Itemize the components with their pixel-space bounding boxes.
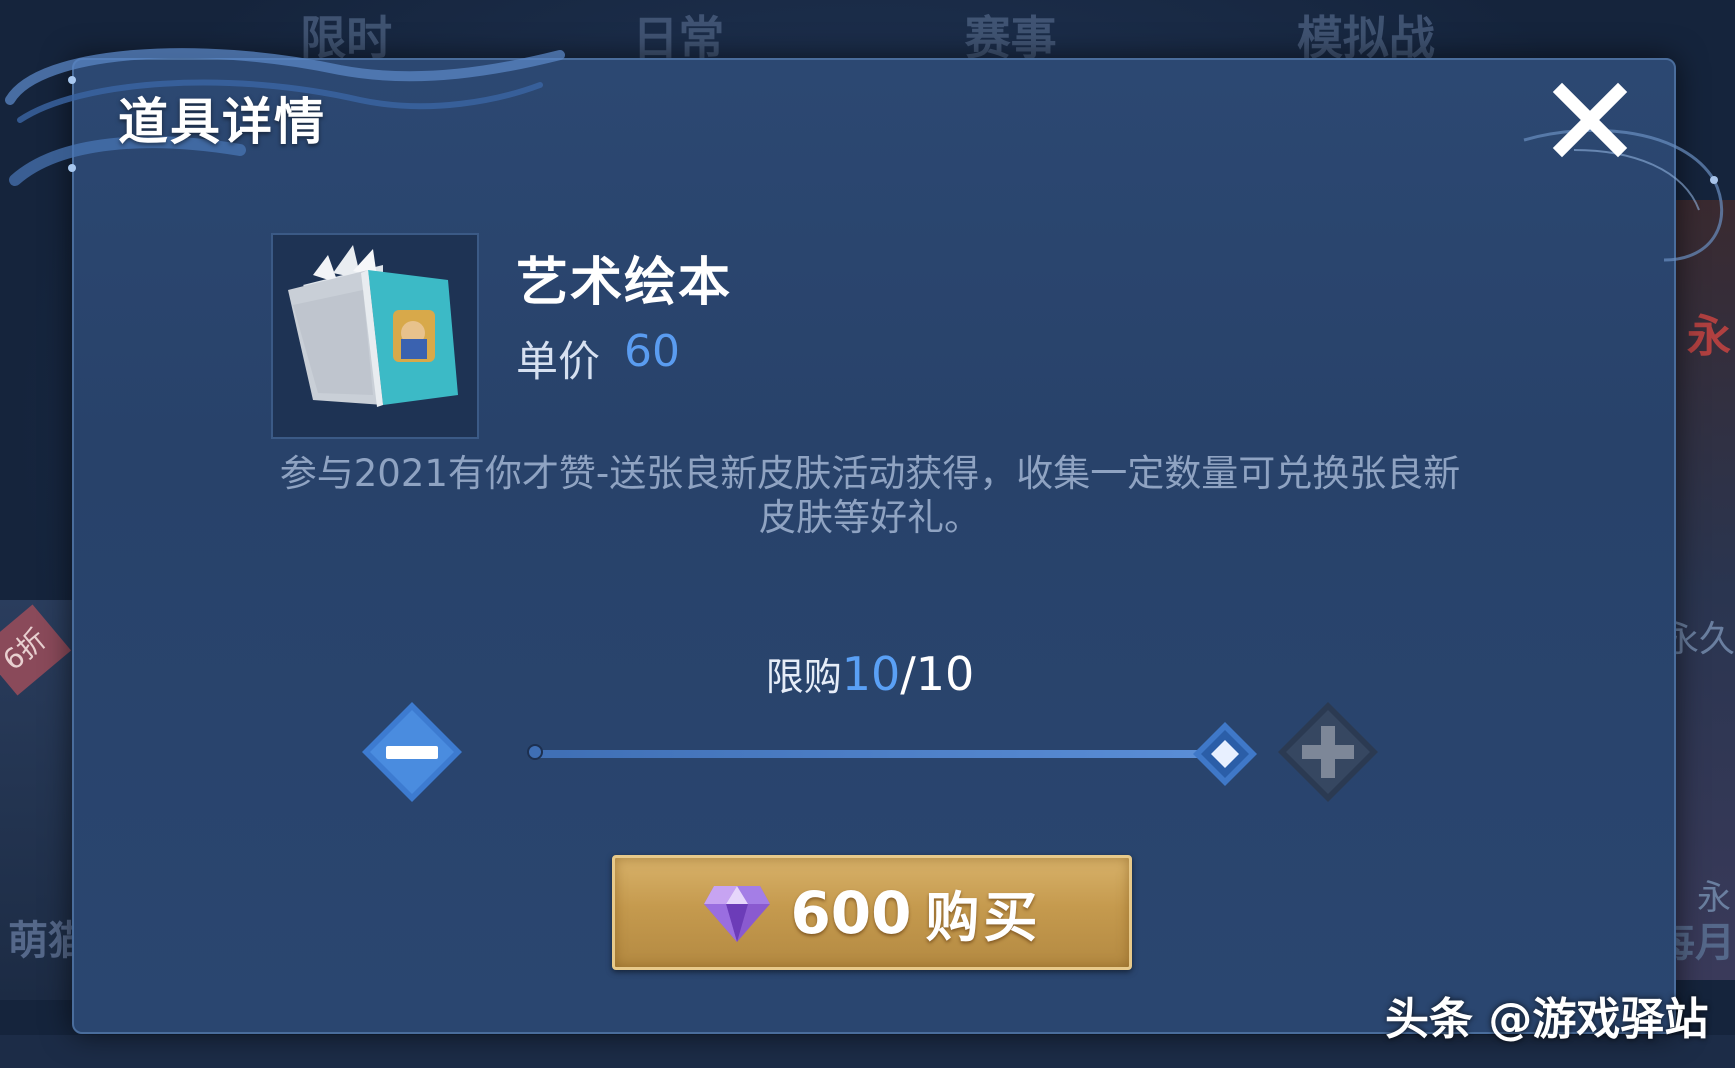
- increase-quantity-button[interactable]: [1276, 700, 1380, 804]
- purchase-limit-label: 限购: [765, 655, 842, 699]
- quantity-slider[interactable]: [527, 722, 1257, 786]
- unit-price-value: 60: [624, 326, 680, 377]
- plus-icon: [1278, 702, 1378, 802]
- item-name: 艺术绘本: [516, 253, 733, 313]
- minus-icon: [362, 702, 462, 802]
- purchase-limit-max: 10: [915, 647, 975, 701]
- buy-button[interactable]: 600 购买: [612, 855, 1132, 970]
- diamond-handle-icon: [1193, 722, 1257, 786]
- buy-price-amount: 600: [790, 878, 912, 947]
- diamond-gem-icon: [704, 885, 771, 942]
- bg-right-label-1: 永: [1687, 311, 1731, 362]
- item-icon-frame: [271, 233, 479, 439]
- unit-price-label: 单价: [516, 337, 601, 386]
- slider-start-dot: [527, 744, 543, 760]
- purchase-limit-separator: /: [900, 647, 916, 701]
- buy-button-label: 购买: [925, 886, 1042, 949]
- decrease-quantity-button[interactable]: [360, 700, 464, 804]
- quantity-slider-handle[interactable]: [1191, 720, 1259, 788]
- close-icon: [1552, 82, 1628, 158]
- art-picture-book-icon: [288, 245, 458, 407]
- watermark: 头条 @游戏驿站: [1385, 994, 1709, 1045]
- quantity-slider-fill: [535, 750, 1225, 758]
- purchase-limit-current: 10: [841, 647, 901, 701]
- close-button[interactable]: [1550, 80, 1630, 160]
- dialog-title: 道具详情: [118, 93, 326, 151]
- item-description: 参与2021有你才赞-送张良新皮肤活动获得，收集一定数量可兑换张良新皮肤等好礼。: [279, 452, 1461, 539]
- purchase-limit: 限购10/10: [700, 646, 1040, 701]
